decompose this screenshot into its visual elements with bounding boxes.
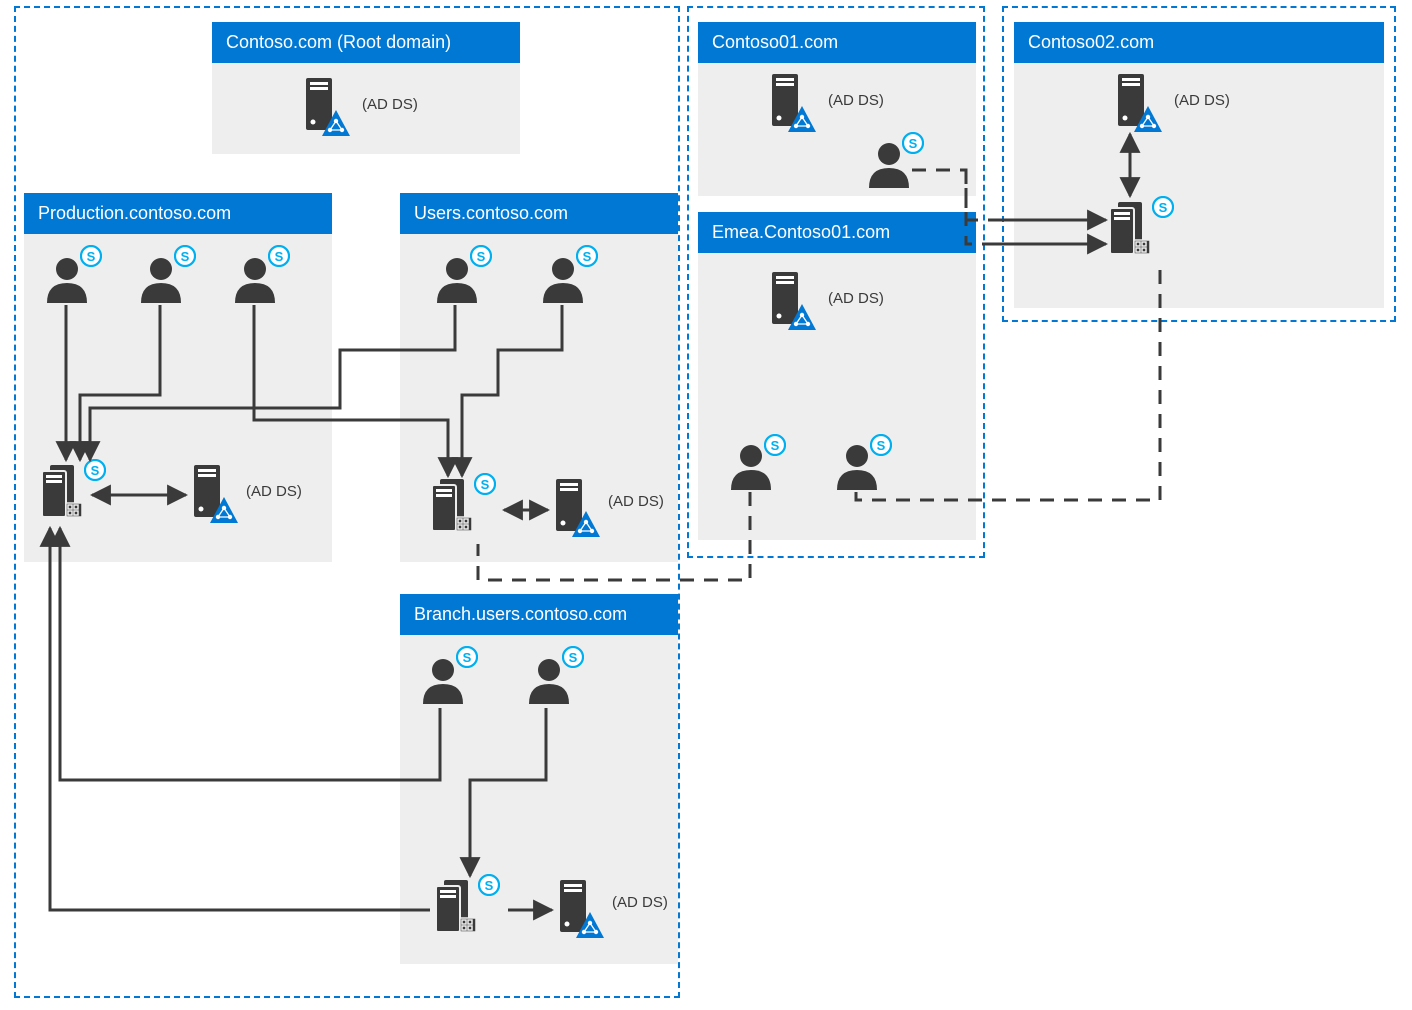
- ad-icon: [786, 302, 818, 332]
- domain-emea: Emea.Contoso01.com (AD DS): [698, 212, 976, 540]
- skype-icon: [478, 874, 500, 896]
- skype-icon: [562, 646, 584, 668]
- ad-label: (AD DS): [608, 493, 664, 510]
- ad-icon: [208, 495, 240, 525]
- cluster-icon: [42, 465, 86, 521]
- skype-icon: [470, 245, 492, 267]
- domain-branch-title: Branch.users.contoso.com: [400, 594, 678, 635]
- domain-contoso01-title: Contoso01.com: [698, 22, 976, 63]
- skype-icon: [84, 459, 106, 481]
- domain-users: Users.contoso.com (AD DS): [400, 193, 678, 562]
- cluster-icon: [432, 479, 476, 535]
- domain-users-title: Users.contoso.com: [400, 193, 678, 234]
- domain-root-title: Contoso.com (Root domain): [212, 22, 520, 63]
- domain-production: Production.contoso.com (AD DS): [24, 193, 332, 562]
- ad-icon: [570, 509, 602, 539]
- cluster-icon: [1110, 202, 1154, 258]
- ad-icon: [1132, 104, 1164, 134]
- domain-contoso02-title: Contoso02.com: [1014, 22, 1384, 63]
- skype-icon: [268, 245, 290, 267]
- ad-label: (AD DS): [246, 483, 302, 500]
- ad-label: (AD DS): [828, 290, 884, 307]
- ad-label: (AD DS): [612, 894, 668, 911]
- domain-emea-title: Emea.Contoso01.com: [698, 212, 976, 253]
- ad-label: (AD DS): [1174, 92, 1230, 109]
- skype-icon: [902, 132, 924, 154]
- ad-icon: [786, 104, 818, 134]
- skype-icon: [870, 434, 892, 456]
- domain-production-title: Production.contoso.com: [24, 193, 332, 234]
- skype-icon: [174, 245, 196, 267]
- ad-label: (AD DS): [362, 96, 418, 113]
- skype-icon: [1152, 196, 1174, 218]
- ad-icon: [574, 910, 606, 940]
- ad-label: (AD DS): [828, 92, 884, 109]
- skype-icon: [456, 646, 478, 668]
- domain-contoso02: Contoso02.com (AD DS): [1014, 22, 1384, 308]
- ad-icon: [320, 108, 352, 138]
- domain-branch: Branch.users.contoso.com (AD DS): [400, 594, 678, 964]
- skype-icon: [576, 245, 598, 267]
- skype-icon: [474, 473, 496, 495]
- domain-root: Contoso.com (Root domain) (AD DS): [212, 22, 520, 154]
- domain-contoso01: Contoso01.com (AD DS): [698, 22, 976, 196]
- skype-icon: [80, 245, 102, 267]
- cluster-icon: [436, 880, 480, 936]
- skype-icon: [764, 434, 786, 456]
